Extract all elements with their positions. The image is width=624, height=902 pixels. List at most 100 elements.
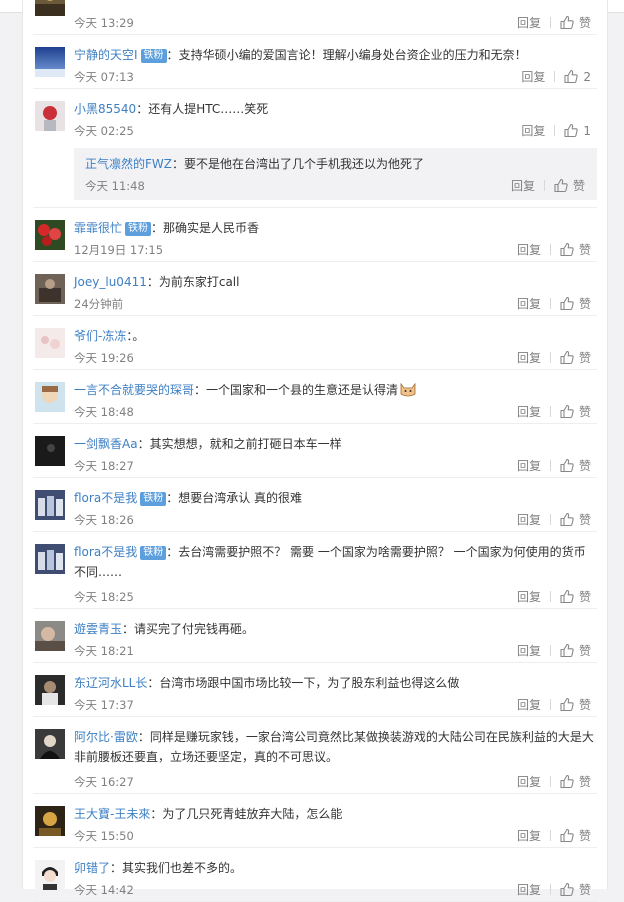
comment-line: 一言不合就要哭的琛哥：一个国家和一个县的生意还是认得清 [74,380,597,400]
avatar[interactable] [35,490,65,520]
divider [554,125,556,136]
avatar[interactable] [35,47,65,77]
like-button[interactable]: 赞 [560,698,591,712]
like-button[interactable]: 1 [564,124,591,138]
like-button[interactable]: 赞 [560,297,591,311]
avatar[interactable] [35,436,65,466]
avatar[interactable] [35,220,65,250]
avatar[interactable] [35,274,65,304]
colon: ： [137,730,150,744]
divider [549,17,551,28]
comment-item: 遊雲青玉：请买完了付完钱再砸。 今天 18:21 回复 赞 [33,609,597,663]
comment-time: 今天 17:37 [74,698,134,712]
like-button[interactable]: 赞 [560,351,591,365]
avatar[interactable] [35,101,65,131]
like-button[interactable]: 赞 [560,459,591,473]
reply-button[interactable]: 回复 [517,351,541,365]
colon: ： [146,275,159,289]
reply-button[interactable]: 回复 [517,459,541,473]
avatar[interactable] [35,729,65,759]
thumbs-up-icon [560,16,574,29]
comment-time: 今天 13:29 [74,16,134,30]
like-button[interactable]: 2 [564,70,591,84]
like-button[interactable]: 赞 [560,243,591,257]
comment-username[interactable]: 遊雲青玉 [74,622,122,636]
divider [554,71,556,82]
comment-username[interactable]: 小黑85540 [74,102,136,116]
comment-line: 一剑飘香Aa：其实想想，就和之前打砸日本车一样 [74,434,597,454]
comment-username[interactable]: 霏霏很忙 [74,221,122,235]
sub-reply-username[interactable]: 正气凛然的FWZ [85,157,172,171]
like-button[interactable]: 赞 [560,883,591,897]
reply-button[interactable]: 回复 [517,16,541,30]
fan-badge: 铁粉 [140,492,167,506]
thumbs-up-icon [560,644,574,657]
comment-line: 东辽河水LL长：台湾市场跟中国市场比较一下，为了股东利益也得这么做 [74,673,597,693]
avatar[interactable] [35,0,65,16]
avatar[interactable] [35,806,65,836]
thumbs-up-icon [560,829,574,842]
reply-button[interactable]: 回复 [517,405,541,419]
reply-button[interactable]: 回复 [517,698,541,712]
comment-meta: 今天 14:42 回复 赞 [74,881,591,899]
comment-username[interactable]: 一剑飘香Aa [74,437,138,451]
like-button[interactable]: 赞 [554,179,585,193]
like-button[interactable]: 赞 [560,829,591,843]
comment-username[interactable]: flora不是我 [74,491,137,505]
reply-button[interactable]: 回复 [517,513,541,527]
comment-line: 阿尔比·雷欧：同样是赚玩家钱，一家台湾公司竟然比某做换装游戏的大陆公司在民族利益… [74,727,597,767]
comment-username[interactable]: 一言不合就要哭的琛哥 [74,383,194,397]
comment-item: 宁静的天空I 铁粉 ：支持华硕小编的爱国言论！理解小编身处台资企业的压力和无奈！ 今… [33,35,597,89]
reply-button[interactable]: 回复 [517,243,541,257]
comment-username[interactable]: 爷们-冻冻 [74,329,126,343]
sub-reply: 正气凛然的FWZ：要不是他在台湾出了几个手机我还以为他死了 今天 11:48 回… [74,148,597,200]
like-button[interactable]: 赞 [560,644,591,658]
like-button[interactable]: 赞 [560,590,591,604]
reply-button[interactable]: 回复 [517,883,541,897]
comment-line: flora不是我 铁粉 ：想要台湾承认 真的很难 [74,488,597,508]
comment-text: 台湾市场跟中国市场比较一下，为了股东利益也得这么做 [159,676,460,690]
avatar[interactable] [35,382,65,412]
comment-username[interactable]: Joey_lu0411 [74,275,147,289]
comment-item: 霏霏很忙 铁粉 ：那确实是人民币香 12月19日 17:15 回复 赞 [33,208,597,262]
like-button[interactable]: 赞 [560,513,591,527]
like-button[interactable]: 赞 [560,775,591,789]
comment-text: 支持华硕小编的爱国言论！理解小编身处台资企业的压力和无奈！ [178,48,527,62]
comment-username[interactable]: 宁静的天空I [74,48,138,62]
comment-time: 今天 18:27 [74,459,134,473]
comment-time: 今天 19:26 [74,351,134,365]
comment-username[interactable]: 王大寶-王未來 [74,807,150,821]
like-button[interactable]: 赞 [560,405,591,419]
thumbs-up-icon [560,775,574,788]
reply-button[interactable]: 回复 [521,124,545,138]
reply-button[interactable]: 回复 [521,70,545,84]
reply-button[interactable]: 回复 [517,829,541,843]
comment-actions: 回复 1 [521,122,591,140]
comment-meta: 今天 19:26 回复 赞 [74,349,591,367]
like-count: 赞 [578,351,591,365]
comment-time: 今天 18:48 [74,405,134,419]
comment-meta: 今天 07:13 回复 2 [74,68,591,86]
comment-time: 今天 16:27 [74,775,134,789]
divider [549,776,551,787]
avatar[interactable] [35,675,65,705]
reply-button[interactable]: 回复 [511,179,535,193]
reply-button[interactable]: 回复 [517,644,541,658]
sub-reply-actions: 回复 赞 [511,177,585,195]
reply-button[interactable]: 回复 [517,590,541,604]
comment-meta: 今天 15:50 回复 赞 [74,827,591,845]
avatar[interactable] [35,621,65,651]
like-button[interactable]: 赞 [560,16,591,30]
comment-text: 想要台湾承认 真的很难 [178,491,303,505]
avatar[interactable] [35,860,65,890]
comment-username[interactable]: 卯错了 [74,861,110,875]
reply-button[interactable]: 回复 [517,775,541,789]
avatar[interactable] [35,328,65,358]
reply-button[interactable]: 回复 [517,297,541,311]
avatar[interactable] [35,544,65,574]
sub-reply-meta: 今天 11:48 回复 赞 [85,177,585,195]
comment-username[interactable]: 阿尔比·雷欧 [74,730,138,744]
comment-actions: 回复 赞 [517,827,591,845]
comment-username[interactable]: 东辽河水LL长 [74,676,147,690]
comment-username[interactable]: flora不是我 [74,545,137,559]
